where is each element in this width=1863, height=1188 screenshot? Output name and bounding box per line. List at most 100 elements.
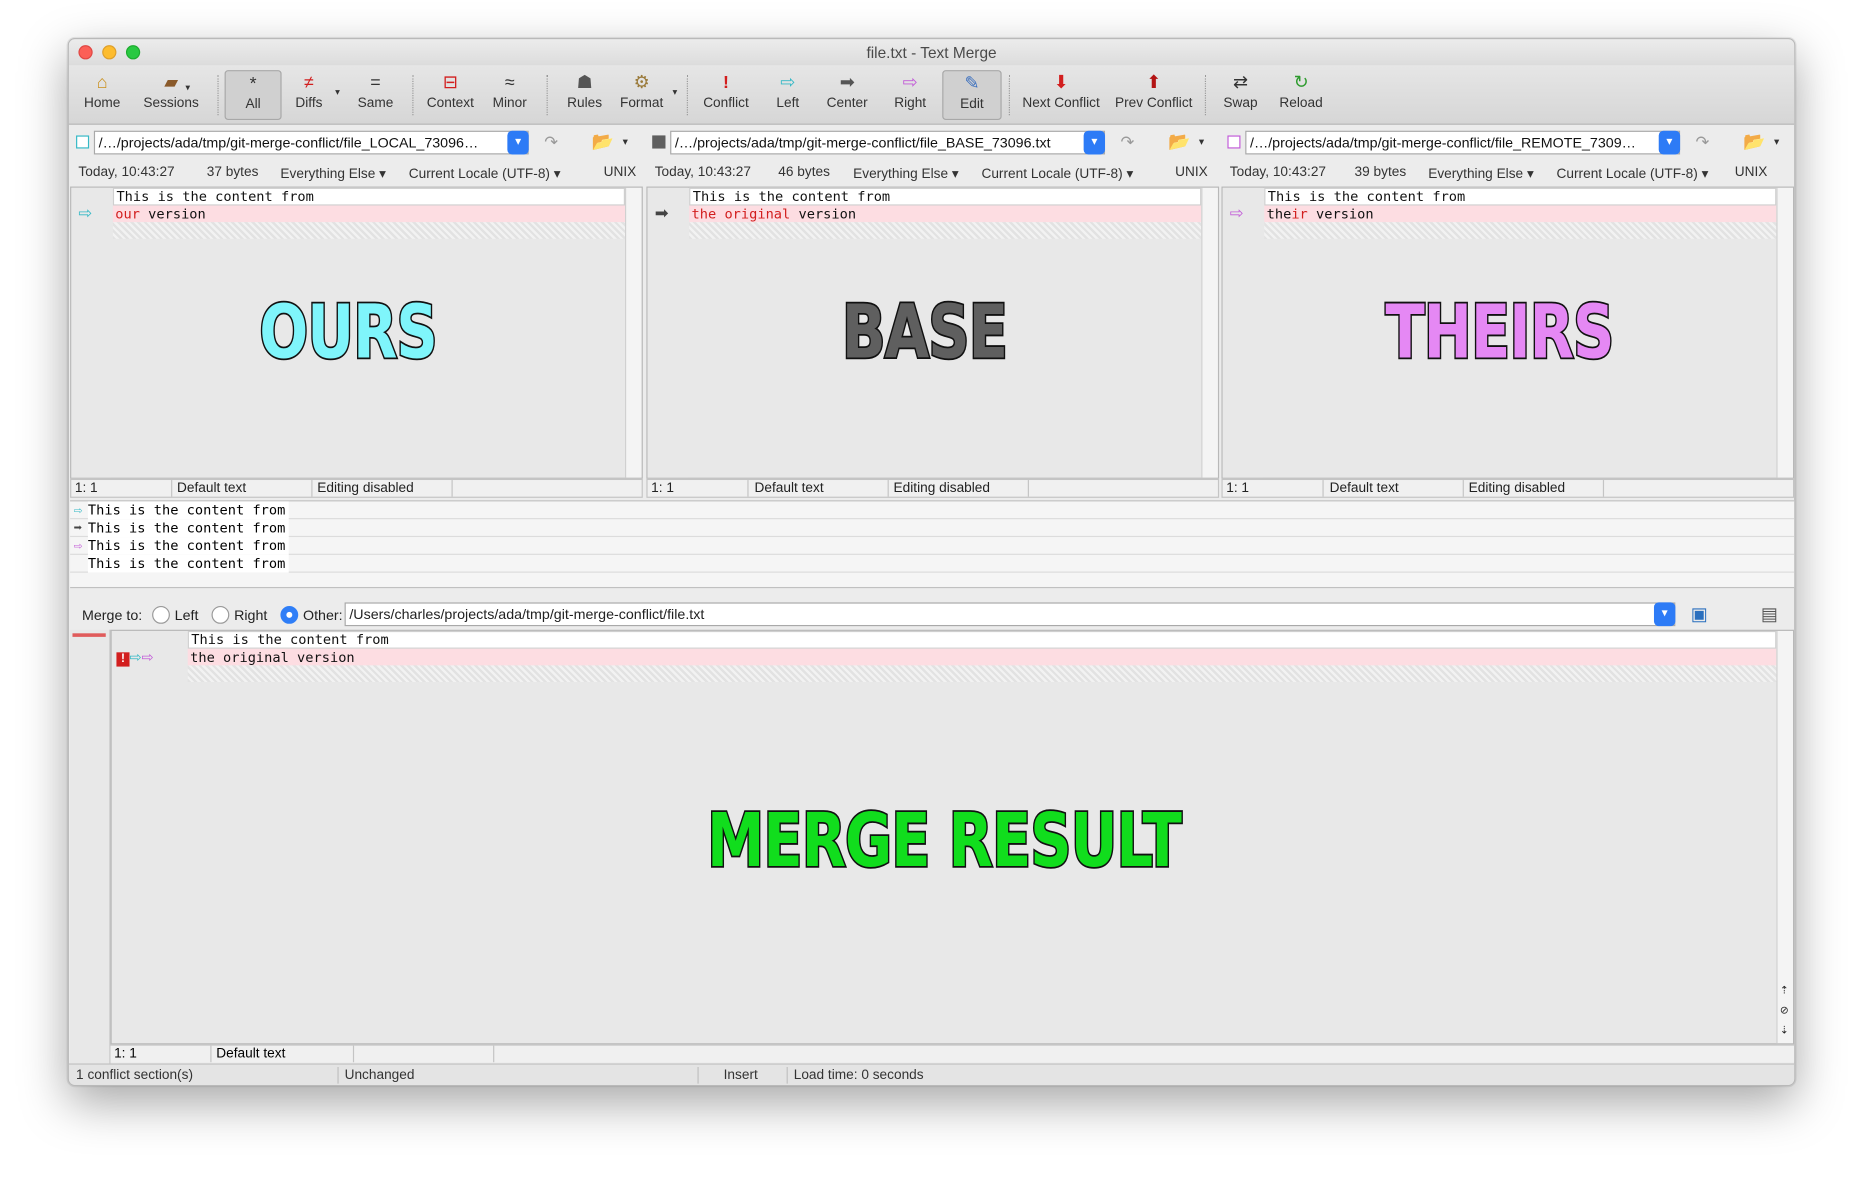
left-change-arrow-icon[interactable]: ⇨ [78,204,92,221]
right-path-field[interactable]: /…/projects/ada/tmp/git-merge-conflict/f… [1245,130,1681,155]
show-all-button[interactable]: * All [224,70,282,121]
arrow-down-red-icon: ⬇ [1053,72,1069,93]
left-path-row: /…/projects/ada/tmp/git-merge-conflict/f… [74,130,644,156]
center-folder-dropdown-icon[interactable]: ▾ [1199,135,1204,148]
left-path-dropdown[interactable]: ▾ [507,130,529,155]
left-pane[interactable]: ⇨ This is the content from our version O… [70,186,643,479]
left-encoding-select[interactable]: Current Locale (UTF-8) ▾ [409,165,561,182]
line-summary[interactable]: ⇨ This is the content from ➡ This is the c… [70,500,1795,589]
take-right-button[interactable]: ⇨ Right [884,70,936,120]
center-pane[interactable]: ➡ This is the content from the original … [646,186,1220,479]
sessions-button[interactable]: ▰ Sessions [138,70,205,120]
right-encoding-select[interactable]: Current Locale (UTF-8) ▾ [1557,165,1709,182]
center-change-arrow-icon[interactable]: ➡ [655,204,669,221]
arrow-right-pink-icon: ⇨ [73,537,83,554]
right-goto-icon[interactable]: ↷ [1696,132,1710,152]
merge-nav-icons[interactable]: ⇡ ⊘ ⇣ [1780,980,1789,1041]
left-format-select[interactable]: Everything Else ▾ [280,165,386,182]
diffs-button[interactable]: ≠ Diffs [286,70,331,120]
reload-button[interactable]: ↻ Reload [1271,70,1330,120]
left-open-folder-icon[interactable]: 📂 [592,131,614,152]
merge-other-radio[interactable] [280,605,299,624]
next-conflict-button[interactable]: ⬇ Next Conflict [1016,70,1106,120]
arrow-right-cyan-icon: ⇨ [73,501,83,519]
home-icon: ⌂ [96,72,108,93]
left-pane-checkbox[interactable] [76,135,90,149]
diffs-dropdown-icon[interactable]: ▾ [335,87,340,98]
take-left-button[interactable]: ⇨ Left [764,70,812,120]
right-folder-dropdown-icon[interactable]: ▾ [1774,135,1779,148]
center-info-row: Today, 10:43:27 46 bytes Everything Else… [654,165,1208,182]
merge-result-label: MERGE RESULT [706,795,1184,885]
center-open-folder-icon[interactable]: 📂 [1168,131,1190,152]
right-path-dropdown[interactable]: ▾ [1658,130,1681,155]
merge-conflict-markers[interactable]: ! ⇨⇨ [116,649,153,667]
center-status-bar: 1: 1 Default text Editing disabled [646,478,1220,498]
left-scrollbar[interactable] [624,187,642,478]
merge-status-bar: 1: 1 Default text [110,1044,1795,1063]
right-pane[interactable]: ⇨ This is the content from their version… [1221,186,1795,479]
left-path-field[interactable]: /…/projects/ada/tmp/git-merge-conflict/f… [93,130,529,155]
summary-line-merge[interactable]: This is the content from [70,554,1795,573]
left-info-row: Today, 10:43:27 37 bytes Everything Else… [78,165,637,182]
merge-path-dropdown[interactable]: ▾ [1653,602,1676,627]
home-button[interactable]: ⌂ Home [74,70,131,120]
right-scrollbar[interactable] [1776,187,1793,478]
summary-line-center[interactable]: ➡ This is the content from [70,519,1795,538]
context-icon: ⊟ [442,72,458,93]
summary-line-left[interactable]: ⇨ This is the content from [70,501,1795,520]
reload-icon: ↻ [1293,72,1309,93]
right-format-select[interactable]: Everything Else ▾ [1428,165,1534,182]
edit-button[interactable]: ✎ Edit [942,70,1002,121]
center-format-select[interactable]: Everything Else ▾ [853,165,959,182]
briefcase-icon: ▰ [164,72,178,93]
referee-icon: ☗ [576,72,593,93]
sessions-dropdown-icon[interactable]: ▾ [185,82,190,93]
take-center-button[interactable]: ➡ Center [817,70,876,120]
center-scrollbar[interactable] [1201,187,1218,478]
swap-button[interactable]: ⇄ Swap [1214,70,1266,120]
prev-conflict-button[interactable]: ⬆ Prev Conflict [1110,70,1198,120]
arrow-right-pink-icon[interactable]: ⇨ [141,649,153,666]
center-pane-checkbox[interactable] [652,135,666,149]
merge-code[interactable]: This is the content from the original ve… [187,630,1777,683]
conflict-button[interactable]: ! Conflict [695,70,757,120]
right-open-folder-icon[interactable]: 📂 [1743,131,1765,152]
equals-icon: = [370,72,381,93]
right-status-bar: 1: 1 Default text Editing disabled [1221,478,1795,498]
format-button[interactable]: ⚙ Format [615,70,667,120]
left-goto-icon[interactable]: ↷ [544,132,558,152]
rules-button[interactable]: ☗ Rules [558,70,610,120]
left-folder-dropdown-icon[interactable]: ▾ [623,135,628,148]
window-title: file.txt - Text Merge [866,43,997,62]
same-button[interactable]: = Same [349,70,401,120]
center-path-field[interactable]: /…/projects/ada/tmp/git-merge-conflict/f… [670,130,1106,155]
conflict-marker [72,633,106,637]
minor-button[interactable]: ≈ Minor [485,70,535,120]
right-line-ending[interactable]: UNIX [1735,165,1768,179]
title-bar: file.txt - Text Merge [68,39,1795,66]
arrow-right-cyan-icon: ⇨ [780,72,796,93]
center-goto-icon[interactable]: ↷ [1120,132,1134,152]
center-path-dropdown[interactable]: ▾ [1083,130,1106,155]
left-line-ending[interactable]: UNIX [604,165,637,179]
edit-icon: ✎ [964,73,980,94]
center-line-ending[interactable]: UNIX [1175,165,1208,179]
summary-line-right[interactable]: ⇨ This is the content from [70,537,1795,555]
context-button[interactable]: ⊟ Context [419,70,481,120]
theirs-label: THEIRS [1384,287,1616,377]
window-layout-icon[interactable]: ▤ [1761,604,1778,625]
format-dropdown-icon[interactable]: ▾ [673,87,678,98]
save-icon[interactable]: ▣ [1691,604,1708,625]
center-encoding-select[interactable]: Current Locale (UTF-8) ▾ [981,165,1133,182]
right-pane-checkbox[interactable] [1227,135,1241,149]
merge-scrollbar[interactable]: ⇡ ⊘ ⇣ [1776,630,1793,1044]
merge-left-radio[interactable] [152,605,170,624]
conflict-icon[interactable]: ! [116,652,130,667]
arrow-right-gray-icon: ➡ [839,72,855,93]
arrow-right-cyan-icon[interactable]: ⇨ [130,649,142,666]
merge-right-radio[interactable] [211,605,230,624]
right-change-arrow-icon[interactable]: ⇨ [1230,204,1244,221]
merge-result-pane[interactable]: ! ⇨⇨ This is the content from the origina… [110,629,1795,1045]
merge-path-field[interactable]: /Users/charles/projects/ada/tmp/git-merg… [344,602,1676,627]
